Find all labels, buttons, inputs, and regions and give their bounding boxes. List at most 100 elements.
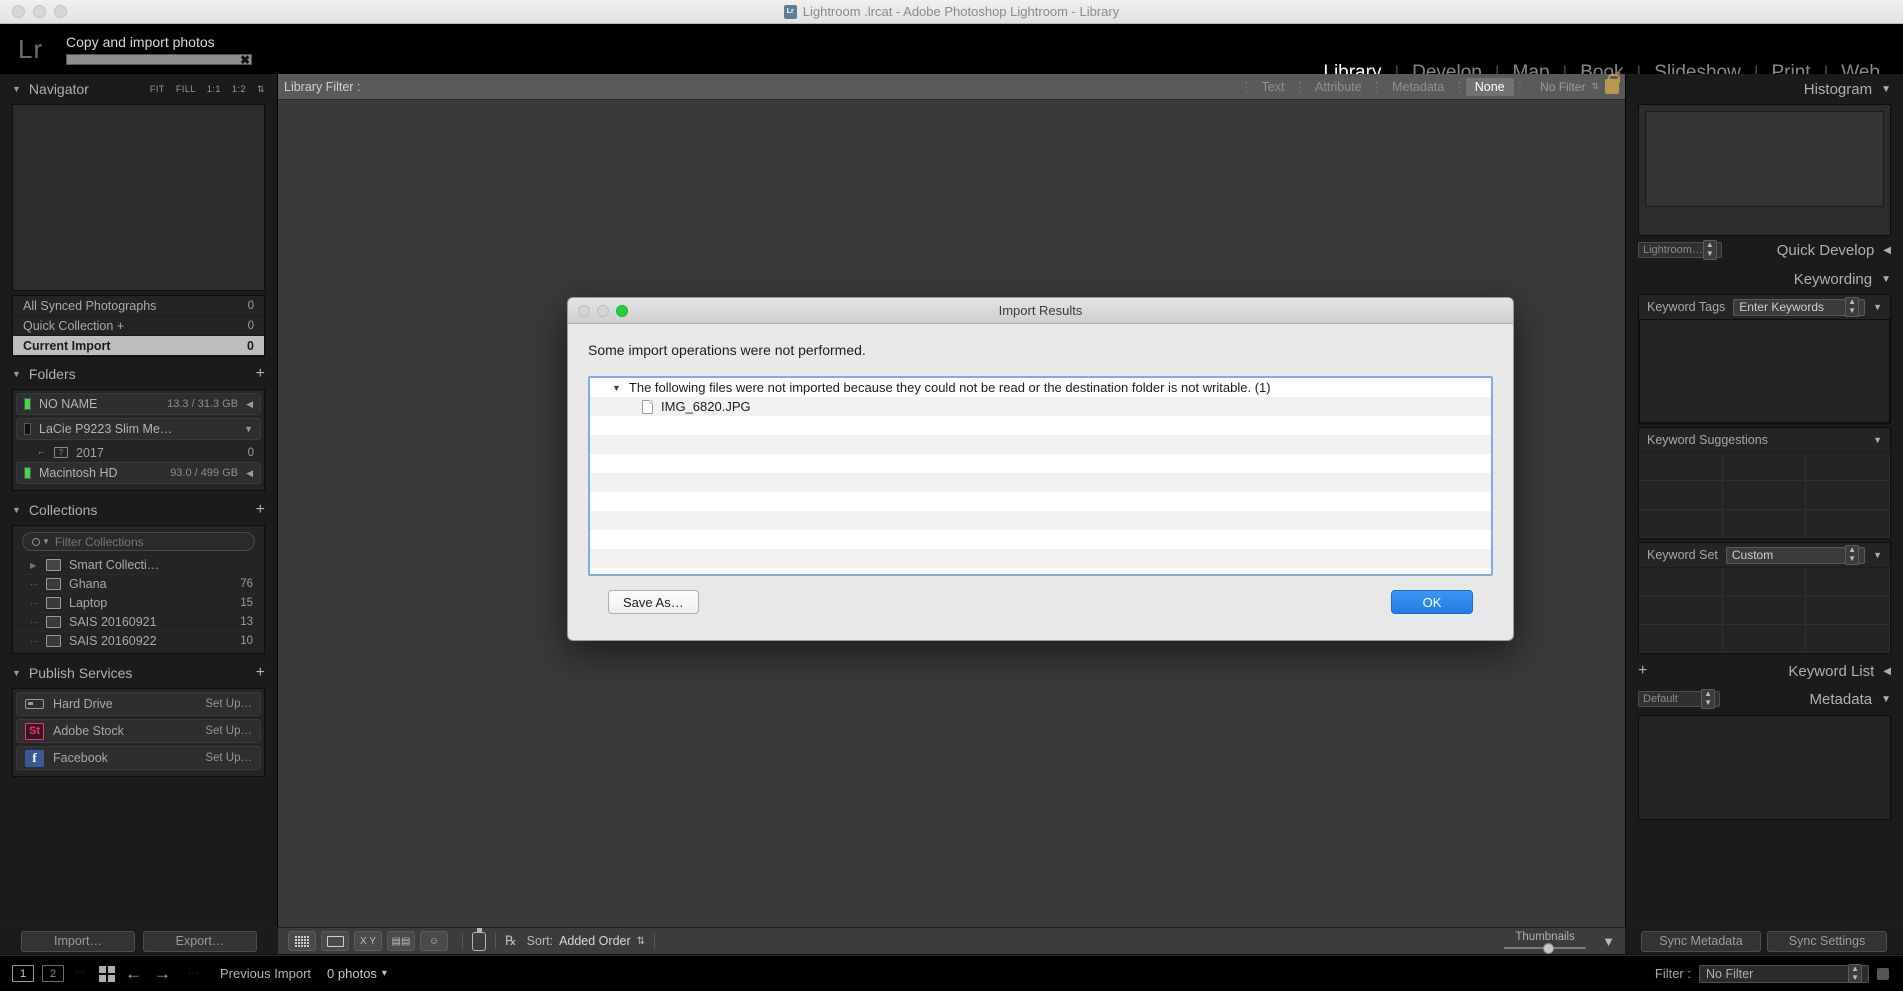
zoom-1-1[interactable]: 1:1 <box>207 84 221 94</box>
keyword-set-cell[interactable] <box>1639 568 1723 597</box>
folders-header[interactable]: ▼ Folders + <box>12 359 265 389</box>
publish-service-adobe-stock[interactable]: St Adobe Stock Set Up… <box>16 719 261 743</box>
collections-header[interactable]: ▼ Collections + <box>12 495 265 525</box>
zoom-fill[interactable]: FILL <box>176 84 196 94</box>
loupe-view-icon[interactable] <box>321 931 349 951</box>
go-back-icon[interactable]: ← <box>125 964 142 984</box>
disclosure-dots-icon[interactable]: ⋯ <box>30 637 46 646</box>
stepper-icon[interactable]: ▲ ▼ <box>1701 689 1715 709</box>
go-forward-icon[interactable]: → <box>154 964 171 984</box>
histogram-panel[interactable] <box>1638 104 1891 236</box>
navigator-preview[interactable] <box>12 104 265 291</box>
chevron-down-icon[interactable]: ▼ <box>1873 302 1882 312</box>
cancel-import-icon[interactable]: ✖ <box>240 53 250 67</box>
publish-service-setup-link[interactable]: Set Up… <box>205 698 252 710</box>
stepper-icon[interactable]: ▲ ▼ <box>1702 240 1717 260</box>
suggestion-cell[interactable] <box>1806 453 1890 482</box>
keyword-set-cell[interactable] <box>1639 596 1723 625</box>
chevron-down-icon[interactable]: ▼ <box>12 84 21 94</box>
filter-tab-none[interactable]: None <box>1465 77 1514 96</box>
disclosure-triangle-icon[interactable]: ▼ <box>612 383 621 393</box>
navigator-header[interactable]: ▼ Navigator FIT FILL 1:1 1:2 ⇅ <box>12 74 265 104</box>
metadata-fields-area[interactable] <box>1638 715 1891 820</box>
chevron-down-icon[interactable]: ▾ <box>382 968 387 979</box>
spray-can-icon[interactable] <box>472 927 486 951</box>
filter-preset-value[interactable]: No Filter <box>1540 80 1585 94</box>
disclosure-triangle-icon[interactable]: ▶ <box>30 561 46 570</box>
second-window-button[interactable]: 2 <box>42 965 64 982</box>
add-collection-icon[interactable]: + <box>256 502 265 518</box>
filter-tab-text[interactable]: Text <box>1253 80 1294 94</box>
survey-view-icon[interactable]: ▤▤ <box>387 931 415 951</box>
thumbnail-size-slider[interactable] <box>1504 942 1587 954</box>
disclosure-dots-icon[interactable]: ⋯ <box>30 618 46 627</box>
stepper-icon[interactable]: ▲ ▼ <box>1848 963 1862 984</box>
result-group-row[interactable]: ▼ The following files were not imported … <box>590 378 1491 397</box>
filter-collections-input[interactable]: ▼ Filter Collections <box>22 532 255 551</box>
people-view-icon[interactable]: ☺ <box>420 931 448 951</box>
keyword-set-cell[interactable] <box>1806 624 1890 653</box>
metadata-preset-select[interactable]: Default ▲ ▼ <box>1638 689 1720 709</box>
quick-develop-header[interactable]: Lightroom… ▲ ▼ Quick Develop ◀ <box>1638 236 1891 264</box>
keywording-header[interactable]: Keywording ▼ <box>1638 264 1891 294</box>
chevron-down-icon[interactable]: ▼ <box>1873 435 1882 445</box>
keyword-set-cell[interactable] <box>1722 624 1807 653</box>
filmstrip-filter-select[interactable]: No Filter ▲ ▼ <box>1699 963 1869 984</box>
add-folder-icon[interactable]: + <box>256 366 265 382</box>
stepper-icon[interactable]: ▲ ▼ <box>1845 545 1860 565</box>
import-button[interactable]: Import… <box>21 930 135 952</box>
import-results-dialog[interactable]: Import Results Some import operations we… <box>567 297 1514 641</box>
suggestion-cell[interactable] <box>1639 453 1723 482</box>
histogram-header[interactable]: Histogram ▼ <box>1638 74 1891 104</box>
slider-knob[interactable] <box>1543 942 1555 954</box>
thumbnail-size-control[interactable]: Thumbnails <box>1504 931 1587 954</box>
keyword-list-header[interactable]: + Keyword List ◀ <box>1638 657 1891 685</box>
chevron-down-icon[interactable]: ▼ <box>12 369 21 379</box>
folder-disclosure-icon[interactable]: ⭠ <box>38 448 54 458</box>
zoom-1-2[interactable]: 1:2 <box>232 84 246 94</box>
sort-az-icon[interactable]: ℞ <box>505 933 517 949</box>
publish-service-hard-drive[interactable]: Hard Drive Set Up… <box>16 692 261 716</box>
catalog-row-quick-collection[interactable]: Quick Collection + 0 <box>13 316 264 336</box>
suggestion-cell[interactable] <box>1639 509 1723 538</box>
keyword-suggestions-grid[interactable] <box>1639 452 1890 538</box>
folder-volume-macintosh-hd[interactable]: Macintosh HD 93.0 / 499 GB ◀ <box>16 462 261 484</box>
volume-collapse-icon[interactable]: ◀ <box>246 399 253 410</box>
suggestion-cell[interactable] <box>1722 453 1807 482</box>
save-as-button[interactable]: Save As… <box>608 590 699 614</box>
publish-service-facebook[interactable]: f Facebook Set Up… <box>16 746 261 770</box>
zoom-fit[interactable]: FIT <box>150 84 165 94</box>
sync-settings-button[interactable]: Sync Settings <box>1767 930 1887 952</box>
chevron-down-icon[interactable]: ▼ <box>42 537 50 546</box>
import-results-list[interactable]: ▼ The following files were not imported … <box>588 376 1493 576</box>
main-window-button[interactable]: 1 <box>12 965 34 982</box>
sort-value[interactable]: Added Order <box>559 934 631 948</box>
sort-stepper-icon[interactable]: ⇅ <box>637 936 645 947</box>
filter-tab-metadata[interactable]: Metadata <box>1383 80 1453 94</box>
chevron-down-icon[interactable]: ▼ <box>12 668 21 678</box>
add-publish-service-icon[interactable]: + <box>256 665 265 681</box>
stepper-icon[interactable]: ▲ ▼ <box>1845 297 1860 317</box>
quick-develop-preset-select[interactable]: Lightroom… ▲ ▼ <box>1638 240 1722 260</box>
collection-item-ghana[interactable]: ⋯ Ghana 76 <box>16 574 261 593</box>
result-file-row[interactable]: IMG_6820.JPG <box>590 397 1491 416</box>
keyword-set-cell[interactable] <box>1722 568 1807 597</box>
keyword-tags-text-area[interactable] <box>1639 319 1890 423</box>
compare-view-icon[interactable]: X Y <box>354 931 382 951</box>
chevron-down-icon[interactable]: ▼ <box>1881 274 1891 285</box>
folder-item-2017[interactable]: ⭠ ? 2017 0 <box>16 443 261 462</box>
keyword-set-select[interactable]: Custom ▲ ▼ <box>1725 545 1866 565</box>
collection-item-sais-20160921[interactable]: ⋯ SAIS 20160921 13 <box>16 612 261 631</box>
sync-metadata-button[interactable]: Sync Metadata <box>1641 930 1761 952</box>
suggestion-cell[interactable] <box>1722 481 1807 510</box>
collection-item-smart-collections[interactable]: ▶ Smart Collecti… <box>16 555 261 574</box>
disclosure-dots-icon[interactable]: ⋯ <box>30 599 46 608</box>
chevron-down-icon[interactable]: ▼ <box>1873 550 1882 560</box>
suggestion-cell[interactable] <box>1806 509 1890 538</box>
zoom-stepper-icon[interactable]: ⇅ <box>257 84 265 95</box>
filmstrip-source-label[interactable]: Previous Import <box>220 966 311 981</box>
collection-item-laptop[interactable]: ⋯ Laptop 15 <box>16 593 261 612</box>
volume-collapse-icon[interactable]: ◀ <box>246 468 253 479</box>
publish-services-header[interactable]: ▼ Publish Services + <box>12 658 265 688</box>
export-button[interactable]: Export… <box>143 930 257 952</box>
